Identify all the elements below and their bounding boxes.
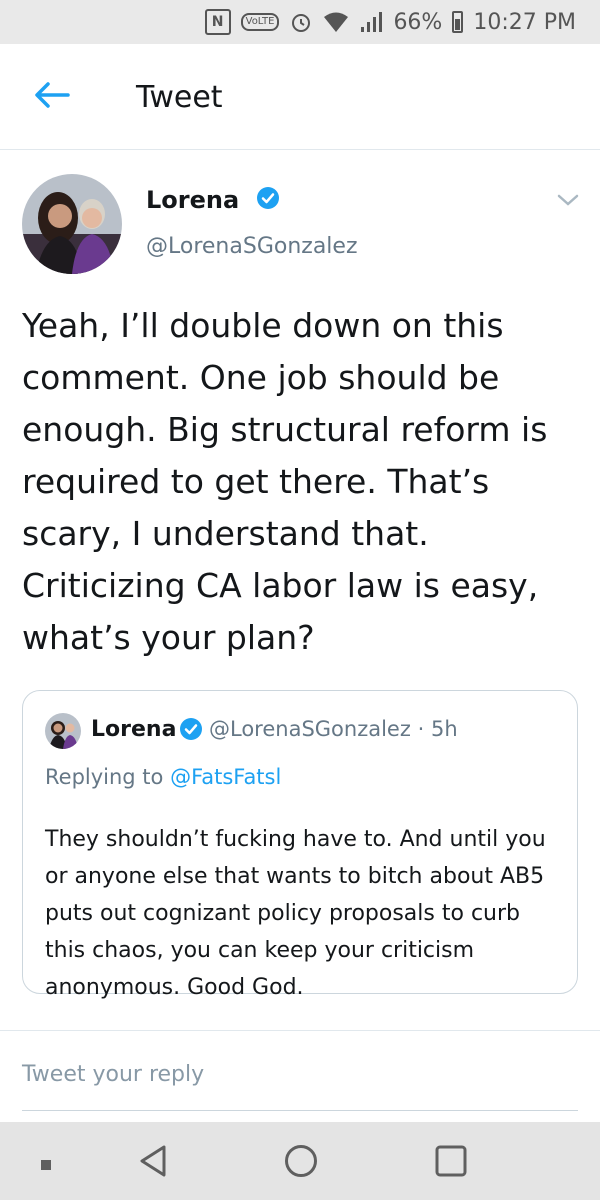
quoted-tweet[interactable]: Lorena @LorenaSGonzalez · 5h Replying to… (22, 690, 578, 1000)
home-icon[interactable] (284, 1144, 318, 1182)
separator: · (417, 717, 425, 741)
nfc-icon: N (204, 9, 231, 35)
reply-input[interactable]: Tweet your reply (22, 1062, 204, 1087)
author-handle[interactable]: @LorenaSGonzalez (146, 234, 358, 259)
verified-badge-icon (256, 186, 280, 216)
author-name-text[interactable]: Lorena (146, 186, 239, 214)
quoted-author-handle: @LorenaSGonzalez (209, 717, 411, 741)
signal-icon (359, 11, 383, 33)
alarm-icon (289, 10, 313, 34)
wifi-icon (323, 11, 349, 33)
back-icon[interactable] (138, 1144, 168, 1182)
back-arrow-icon[interactable] (32, 80, 72, 110)
quoted-age: 5h (430, 717, 458, 741)
overview-icon[interactable] (434, 1144, 468, 1182)
battery-percent: 66% (393, 9, 443, 35)
tweet-text: Yeah, I’ll double down on this comment. … (22, 306, 548, 657)
recent-apps-icon[interactable] (40, 1156, 52, 1175)
navigation-bar (0, 1122, 600, 1200)
author-name[interactable]: Lorena (146, 186, 280, 216)
replying-to: Replying to @FatsFatsl (45, 765, 281, 789)
clock: 10:27 PM (473, 9, 576, 35)
battery-icon (452, 11, 464, 33)
reply-underline (22, 1110, 578, 1111)
status-bar: N VoLTE 66% 10:27 PM (0, 0, 600, 44)
volte-icon: VoLTE (240, 13, 280, 31)
quoted-meta: @LorenaSGonzalez · 5h (209, 717, 458, 741)
page-title: Tweet (136, 80, 223, 115)
author-avatar[interactable] (22, 174, 122, 274)
verified-badge-icon (179, 717, 203, 745)
quoted-author-avatar (45, 713, 81, 749)
quoted-author-name: Lorena (91, 717, 177, 742)
replying-prefix: Replying to (45, 765, 164, 789)
divider (0, 1030, 600, 1031)
replying-mention[interactable]: @FatsFatsl (170, 765, 281, 789)
chevron-down-icon[interactable] (556, 192, 580, 208)
header: Tweet (0, 44, 600, 150)
quoted-tweet-text: They shouldn’t fucking have to. And unti… (45, 827, 546, 1000)
